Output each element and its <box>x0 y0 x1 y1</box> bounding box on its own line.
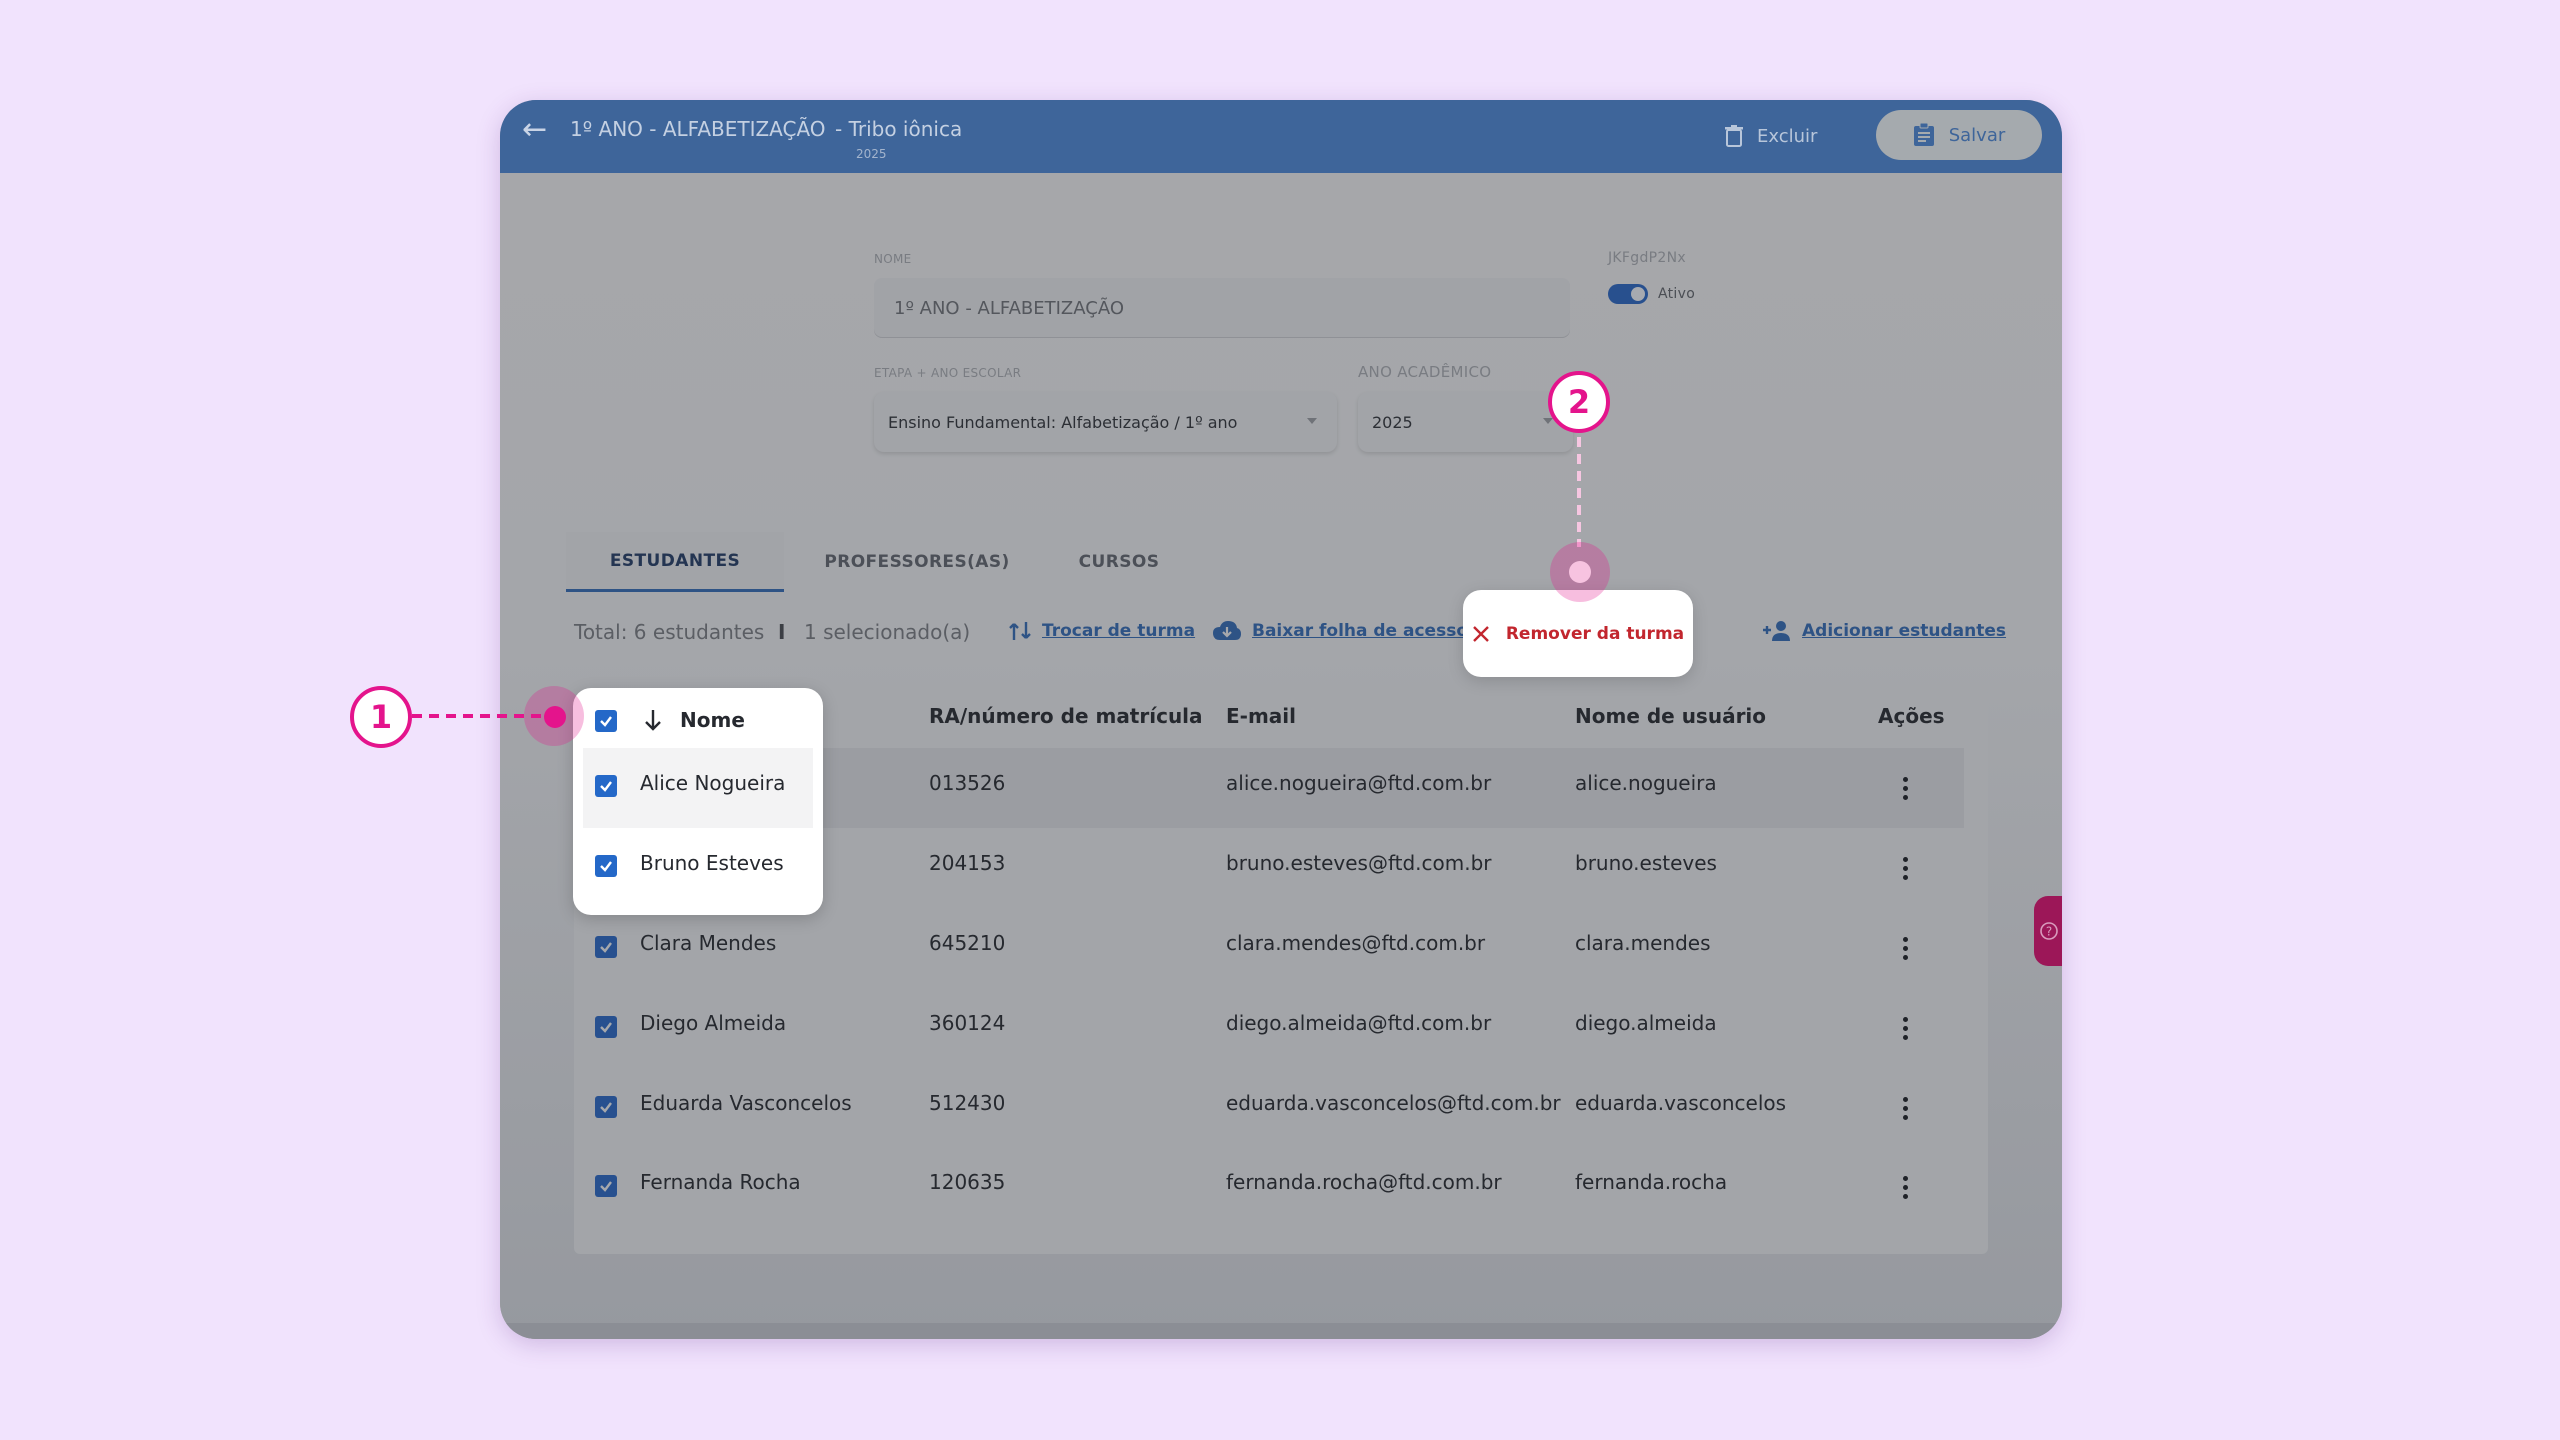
row-2-actions-menu-icon[interactable] <box>1902 857 1908 880</box>
top-bar: ← 1º ANO - ALFABETIZAÇÃO - Tribo iônica … <box>500 100 2062 173</box>
page-subtitle: - Tribo iônica <box>835 117 963 141</box>
name-column-highlight: Nome Alice Nogueira Bruno Esteves <box>573 688 823 915</box>
sort-arrow-down-icon[interactable] <box>643 708 663 732</box>
remove-from-class-button[interactable]: Remover da turma <box>1463 590 1693 677</box>
cloud-download-icon <box>1213 621 1241 640</box>
col-email[interactable]: E-mail <box>1226 704 1296 728</box>
stage-value: Ensino Fundamental: Alfabetização / 1º a… <box>888 412 1238 432</box>
row-6-email: fernanda.rocha@ftd.com.br <box>1226 1170 1502 1194</box>
active-toggle[interactable] <box>1608 284 1648 304</box>
download-access-sheet-label: Baixar folha de acesso <box>1252 621 1469 641</box>
close-icon <box>1472 625 1489 642</box>
svg-text:?: ? <box>2046 925 2052 939</box>
row-3-username: clara.mendes <box>1575 931 1711 955</box>
chevron-down-icon <box>1307 418 1317 424</box>
remove-from-class-label: Remover da turma <box>1505 623 1685 644</box>
row-3-ra: 645210 <box>929 931 1006 955</box>
toolbar-separator: I <box>778 620 786 644</box>
window-bottom-edge <box>500 1323 2062 1339</box>
row-2-name: Bruno Esteves <box>640 851 784 875</box>
academic-year-value: 2025 <box>1372 412 1413 432</box>
row-2-ra: 204153 <box>929 851 1006 875</box>
row-2-email: bruno.esteves@ftd.com.br <box>1226 851 1492 875</box>
save-button[interactable]: Salvar <box>1876 110 2042 160</box>
page-year: 2025 <box>856 147 887 161</box>
row-6-username: fernanda.rocha <box>1575 1170 1728 1194</box>
row-1-username: alice.nogueira <box>1575 771 1717 795</box>
class-code: JKFgdP2Nx <box>1608 250 1686 266</box>
select-all-checkbox[interactable] <box>595 710 617 732</box>
name-input[interactable]: 1º ANO - ALFABETIZAÇÃO <box>874 278 1570 338</box>
page-title: 1º ANO - ALFABETIZAÇÃO <box>570 117 826 141</box>
delete-label: Excluir <box>1757 125 1818 147</box>
row-2-checkbox[interactable] <box>595 855 617 877</box>
trash-icon <box>1725 125 1743 147</box>
active-label: Ativo <box>1658 286 1696 302</box>
row-1-actions-menu-icon[interactable] <box>1902 777 1908 800</box>
clipboard-icon <box>1913 123 1934 146</box>
chevron-down-icon <box>1543 418 1553 424</box>
add-students-label: Adicionar estudantes <box>1802 621 2007 641</box>
callout-2: 2 <box>1548 371 1610 433</box>
download-access-sheet-button[interactable]: Baixar folha de acesso <box>1212 620 1468 642</box>
academic-year-label: ANO ACADÊMICO <box>1358 363 1492 381</box>
callout-1: 1 <box>350 686 412 748</box>
row-5-email: eduarda.vasconcelos@ftd.com.br <box>1226 1091 1561 1115</box>
row-5-ra: 512430 <box>929 1091 1006 1115</box>
switch-class-button[interactable]: Trocar de turma <box>1008 620 1195 642</box>
add-students-button[interactable]: Adicionar estudantes <box>1762 620 2006 642</box>
tab-cursos[interactable]: CURSOS <box>1046 532 1192 592</box>
back-arrow-icon[interactable]: ← <box>522 112 547 147</box>
row-6-ra: 120635 <box>929 1170 1006 1194</box>
callout-1-dot <box>544 706 566 728</box>
col-name[interactable]: Nome <box>680 708 745 732</box>
save-label: Salvar <box>1948 124 2006 146</box>
swap-icon <box>1009 622 1031 640</box>
selected-count: 1 selecionado(a) <box>804 620 971 644</box>
academic-year-select[interactable]: 2025 <box>1358 392 1573 452</box>
callout-2-dot <box>1569 561 1591 583</box>
row-1-ra: 013526 <box>929 771 1006 795</box>
row-3-actions-menu-icon[interactable] <box>1902 937 1908 960</box>
row-4-actions-menu-icon[interactable] <box>1902 1017 1908 1040</box>
stage-select[interactable]: Ensino Fundamental: Alfabetização / 1º a… <box>874 392 1337 452</box>
name-label: NOME <box>874 252 912 266</box>
row-4-email: diego.almeida@ftd.com.br <box>1226 1011 1492 1035</box>
row-5-name: Eduarda Vasconcelos <box>640 1091 852 1115</box>
row-6-name: Fernanda Rocha <box>640 1170 801 1194</box>
row-5-username: eduarda.vasconcelos <box>1575 1091 1787 1115</box>
row-4-ra: 360124 <box>929 1011 1006 1035</box>
col-username[interactable]: Nome de usuário <box>1575 704 1766 728</box>
col-ra[interactable]: RA/número de matrícula <box>929 704 1203 728</box>
row-6-checkbox[interactable] <box>595 1175 617 1197</box>
callout-2-connector <box>1577 437 1581 547</box>
total-count: Total: 6 estudantes <box>574 620 765 644</box>
person-add-icon <box>1763 621 1790 641</box>
row-4-username: diego.almeida <box>1575 1011 1717 1035</box>
help-circle-icon: ? <box>2040 922 2058 940</box>
tab-professores[interactable]: PROFESSORES(AS) <box>800 532 1034 592</box>
tab-estudantes[interactable]: ESTUDANTES <box>566 532 784 592</box>
stage-label: ETAPA + ANO ESCOLAR <box>874 366 1022 380</box>
row-4-checkbox[interactable] <box>595 1016 617 1038</box>
help-tab[interactable]: ? <box>2034 896 2062 966</box>
row-1-email: alice.nogueira@ftd.com.br <box>1226 771 1492 795</box>
row-4-name: Diego Almeida <box>640 1011 787 1035</box>
row-5-actions-menu-icon[interactable] <box>1902 1097 1908 1120</box>
row-3-email: clara.mendes@ftd.com.br <box>1226 931 1486 955</box>
col-actions: Ações <box>1878 704 1945 728</box>
row-1-name: Alice Nogueira <box>640 771 786 795</box>
row-3-name: Clara Mendes <box>640 931 777 955</box>
row-2-username: bruno.esteves <box>1575 851 1717 875</box>
row-6-actions-menu-icon[interactable] <box>1902 1176 1908 1199</box>
delete-button[interactable]: Excluir <box>1725 118 1817 154</box>
row-1-checkbox[interactable] <box>595 775 617 797</box>
row-5-checkbox[interactable] <box>595 1096 617 1118</box>
row-3-checkbox[interactable] <box>595 936 617 958</box>
switch-class-label: Trocar de turma <box>1042 621 1196 641</box>
